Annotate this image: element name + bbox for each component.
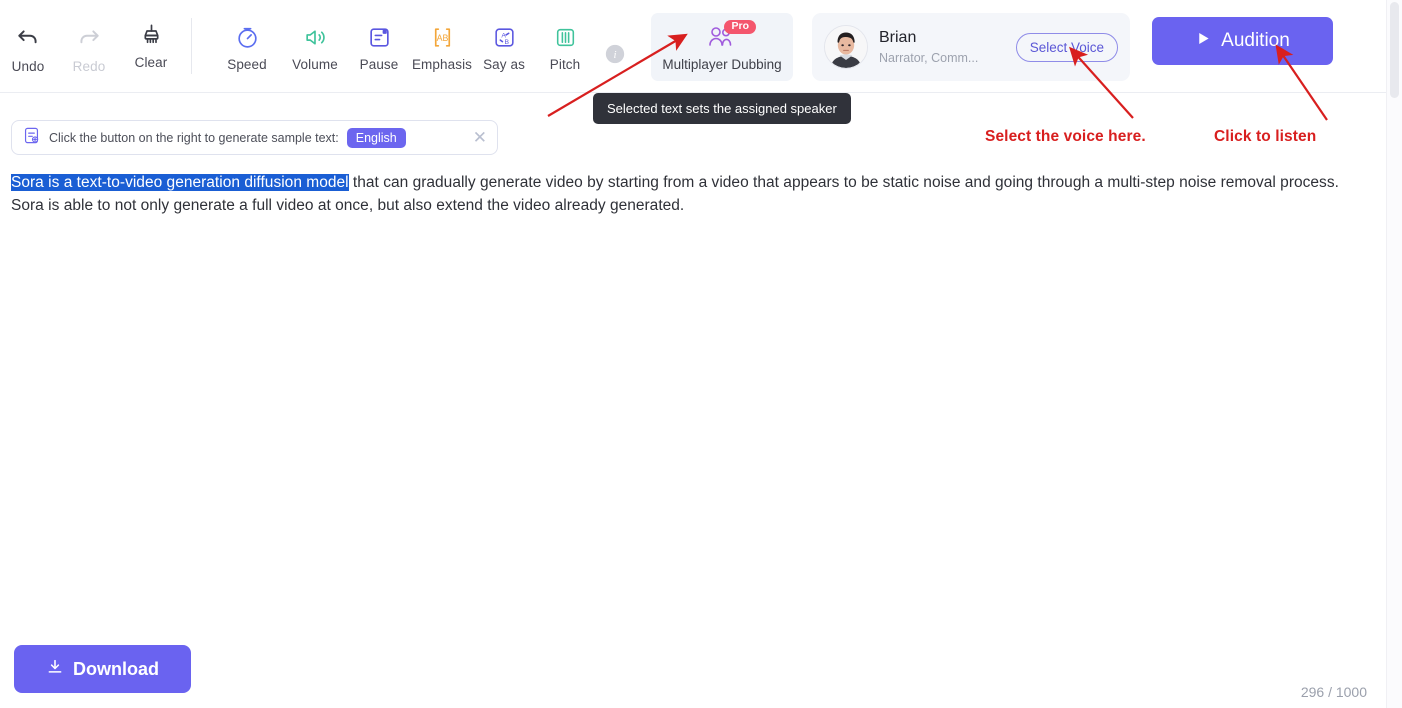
play-triangle-icon [1195,30,1212,53]
selected-text[interactable]: Sora is a text-to-video generation diffu… [11,174,349,191]
annotation-click-listen: Click to listen [1214,128,1317,145]
document-add-icon [22,126,41,150]
pitch-sliders-icon [548,20,582,54]
ab-emphasis-icon: AB [425,20,459,54]
pause-insert-icon [362,20,396,54]
close-x-icon[interactable]: ✕ [465,129,487,146]
voice-card: Brian Narrator, Comm... Select Voice [812,13,1130,81]
toolbar-sayas-button[interactable]: A B Say as [473,20,535,72]
sample-text-bar: Click the button on the right to generat… [11,120,498,155]
annotation-select-voice: Select the voice here. [985,128,1146,145]
toolbar-pause-button[interactable]: Pause [348,20,410,72]
voice-name: Brian [879,28,917,46]
toolbar-speed-button[interactable]: Speed [216,20,278,72]
toolbar-clear-button[interactable]: Clear [120,18,182,70]
toolbar-undo-button[interactable]: Undo [0,22,59,74]
broom-clear-icon [134,18,168,52]
toolbar-divider [191,18,192,74]
dubbing-icon-wrapper: Pro [694,19,756,53]
speaker-volume-icon [298,20,332,54]
avatar [824,25,868,69]
svg-text:i: i [613,49,616,61]
dubbing-tooltip: Selected text sets the assigned speaker [593,93,851,124]
toolbar-emphasis-button[interactable]: AB Emphasis [411,20,473,72]
toolbar-emphasis-label: Emphasis [411,57,473,72]
toolbar-pause-label: Pause [359,57,399,72]
toolbar-volume-button[interactable]: Volume [284,20,346,72]
toolbar-undo-label: Undo [11,59,45,74]
toolbar-pitch-label: Pitch [549,57,581,72]
text-editor-area[interactable]: Sora is a text-to-video generation diffu… [11,172,1367,217]
say-as-icon: A B [487,20,521,54]
voice-tags: Narrator, Comm... [879,50,979,65]
undo-arrow-icon [11,22,45,56]
audition-button[interactable]: Audition [1152,17,1333,65]
download-arrow-icon [46,658,64,681]
toolbar-redo-label: Redo [72,59,106,74]
toolbar-pitch-button[interactable]: Pitch [534,20,596,72]
tts-editor-app: Undo Redo Clear Speed Volume Pause AB Em… [0,0,1402,708]
sample-text-label: Click the button on the right to generat… [49,130,339,145]
download-button[interactable]: Download [14,645,191,693]
voice-meta: Brian Narrator, Comm... [879,28,1016,66]
select-voice-button[interactable]: Select Voice [1015,32,1118,62]
character-counter: 296 / 1000 [1300,684,1367,700]
language-chip[interactable]: English [346,127,406,148]
multiplayer-dubbing-label: Multiplayer Dubbing [662,56,782,72]
redo-arrow-icon [72,22,106,56]
pro-badge: Pro [724,19,756,35]
page-scrollbar[interactable] [1386,0,1402,708]
info-circle-icon[interactable]: i [598,37,632,71]
scrollbar-thumb[interactable] [1390,2,1399,98]
toolbar-speed-label: Speed [227,57,267,72]
svg-text:AB: AB [436,33,448,43]
speed-gauge-icon [230,20,264,54]
toolbar-clear-label: Clear [134,55,168,70]
toolbar-sayas-label: Say as [483,57,525,72]
svg-text:B: B [504,38,509,45]
audition-label: Audition [1221,30,1290,51]
toolbar-volume-label: Volume [292,57,338,72]
top-toolbar: Undo Redo Clear Speed Volume Pause AB Em… [0,0,1386,93]
download-label: Download [73,658,159,679]
toolbar-redo-button[interactable]: Redo [58,22,120,74]
multiplayer-dubbing-button[interactable]: Pro Multiplayer Dubbing [651,13,793,81]
